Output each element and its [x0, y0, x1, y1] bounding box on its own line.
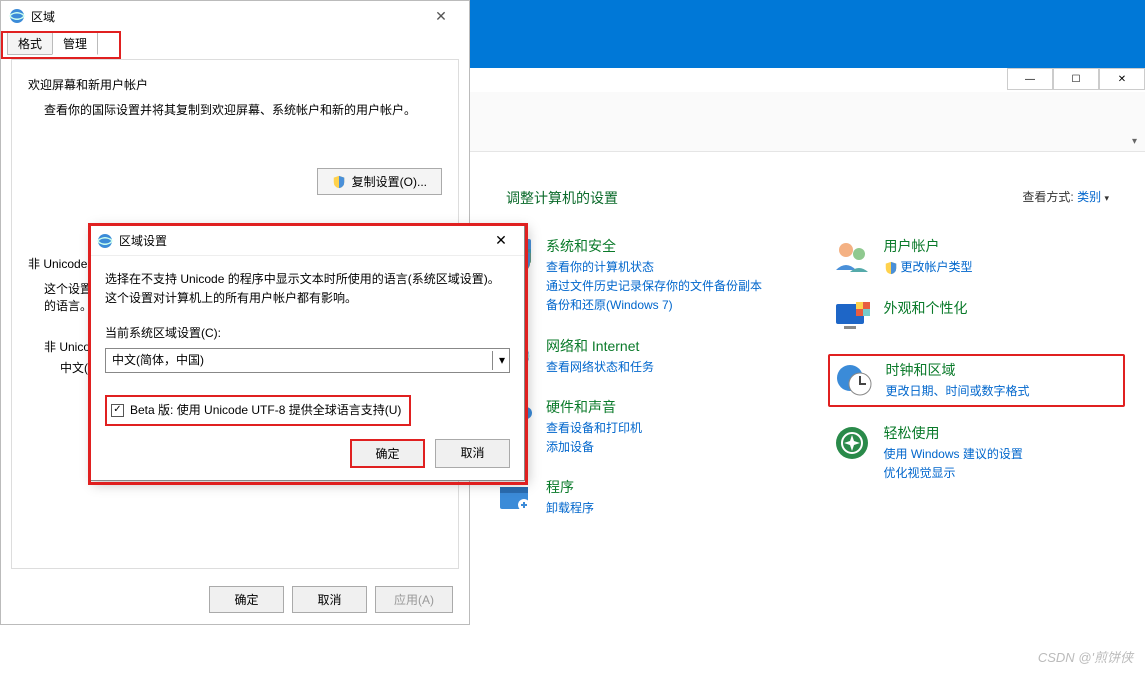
- beta-label: Beta 版: 使用 Unicode UTF-8 提供全球语言支持(U): [130, 401, 401, 420]
- cp-link[interactable]: 卸载程序: [546, 499, 594, 518]
- apply-button[interactable]: 应用(A): [375, 586, 453, 613]
- cp-item-title[interactable]: 硬件和声音: [546, 397, 642, 417]
- cp-hardware[interactable]: 硬件和声音 查看设备和打印机 添加设备: [490, 393, 788, 461]
- cp-clock-region[interactable]: 时钟和区域 更改日期、时间或数字格式: [828, 354, 1126, 407]
- annotation-tabs-highlight: [1, 31, 121, 59]
- globe-icon: [97, 233, 113, 249]
- cp-ease[interactable]: 轻松使用 使用 Windows 建议的设置 优化视觉显示: [828, 419, 1126, 487]
- explorer-window-controls: — ☐ ✕: [1007, 68, 1145, 90]
- users-icon: [832, 236, 872, 276]
- cp-link[interactable]: 更改帐户类型: [901, 258, 973, 277]
- welcome-title: 欢迎屏幕和新用户帐户: [28, 76, 442, 93]
- locale-title-text: 区域设置: [119, 232, 167, 249]
- cp-item-title[interactable]: 网络和 Internet: [546, 336, 654, 356]
- maximize-button[interactable]: ☐: [1053, 68, 1099, 90]
- desktop-background: [470, 0, 1145, 68]
- cp-users[interactable]: 用户帐户 更改帐户类型: [828, 232, 1126, 282]
- close-button[interactable]: ✕: [484, 232, 518, 249]
- cp-system-security[interactable]: 系统和安全 查看你的计算机状态 通过文件历史记录保存你的文件备份副本 备份和还原…: [490, 232, 788, 320]
- cp-link[interactable]: 查看网络状态和任务: [546, 358, 654, 377]
- cp-item-title[interactable]: 程序: [546, 477, 594, 497]
- region-footer: 确定 取消 应用(A): [1, 574, 469, 624]
- cp-appearance[interactable]: 外观和个性化: [828, 294, 1126, 342]
- cp-link[interactable]: 更改日期、时间或数字格式: [886, 382, 1030, 401]
- clock-icon: [834, 360, 874, 400]
- locale-current-label: 当前系统区域设置(C):: [105, 324, 510, 343]
- cp-heading: 调整计算机的设置: [506, 188, 618, 208]
- close-button[interactable]: ✕: [421, 8, 461, 25]
- cp-network[interactable]: 网络和 Internet 查看网络状态和任务: [490, 332, 788, 381]
- cp-programs[interactable]: 程序 卸载程序: [490, 473, 788, 522]
- region-title: 区域: [31, 8, 55, 25]
- locale-settings-dialog: 区域设置 ✕ 选择在不支持 Unicode 的程序中显示文本时所使用的语言(系统…: [90, 225, 525, 481]
- region-titlebar[interactable]: 区域 ✕: [1, 1, 469, 31]
- cp-link[interactable]: 通过文件历史记录保存你的文件备份副本: [546, 277, 762, 296]
- locale-desc: 选择在不支持 Unicode 的程序中显示文本时所使用的语言(系统区域设置)。这…: [105, 270, 510, 308]
- minimize-button[interactable]: —: [1007, 68, 1053, 90]
- locale-footer: 确定 取消: [350, 439, 510, 468]
- cp-link[interactable]: 优化视觉显示: [884, 464, 1023, 483]
- shield-icon: [332, 175, 346, 189]
- copy-settings-button[interactable]: 复制设置(O)...: [317, 168, 442, 195]
- cp-item-title[interactable]: 系统和安全: [546, 236, 762, 256]
- welcome-desc: 查看你的国际设置并将其复制到欢迎屏幕、系统帐户和新的用户帐户。: [44, 101, 442, 118]
- ok-button[interactable]: 确定: [209, 586, 284, 613]
- view-value[interactable]: 类别: [1077, 190, 1101, 204]
- cancel-button[interactable]: 取消: [435, 439, 510, 468]
- cp-item-title[interactable]: 时钟和区域: [886, 360, 1030, 380]
- ease-icon: [832, 423, 872, 463]
- locale-select[interactable]: 中文(简体，中国): [105, 348, 510, 373]
- cp-link[interactable]: 查看设备和打印机: [546, 419, 642, 438]
- address-dropdown[interactable]: [1126, 132, 1137, 147]
- locale-titlebar[interactable]: 区域设置 ✕: [91, 226, 524, 256]
- view-label: 查看方式:: [1022, 190, 1073, 204]
- cp-item-title[interactable]: 轻松使用: [884, 423, 1023, 443]
- close-button[interactable]: ✕: [1099, 68, 1145, 90]
- ok-button[interactable]: 确定: [350, 439, 425, 468]
- cp-link[interactable]: 添加设备: [546, 438, 642, 457]
- cp-item-title[interactable]: 外观和个性化: [884, 298, 968, 318]
- cp-item-title[interactable]: 用户帐户: [884, 236, 973, 256]
- view-mode[interactable]: 查看方式: 类别 ▾: [1022, 188, 1109, 208]
- cp-link[interactable]: 查看你的计算机状态: [546, 258, 762, 277]
- globe-icon: [9, 8, 25, 24]
- control-panel-body: 调整计算机的设置 查看方式: 类别 ▾ 系统和安全 查看你的计算机状态 通过文件…: [470, 160, 1145, 644]
- programs-icon: [494, 477, 534, 517]
- explorer-address-ribbon: [470, 92, 1145, 152]
- welcome-group: 欢迎屏幕和新用户帐户 查看你的国际设置并将其复制到欢迎屏幕、系统帐户和新的用户帐…: [28, 76, 442, 195]
- cancel-button[interactable]: 取消: [292, 586, 367, 613]
- cp-right-column: 用户帐户 更改帐户类型 外观和个性化: [828, 232, 1126, 534]
- beta-utf8-checkbox[interactable]: ✓: [111, 404, 124, 417]
- watermark: CSDN @'煎饼侠: [1038, 647, 1133, 666]
- appearance-icon: [832, 298, 872, 338]
- cp-link[interactable]: 使用 Windows 建议的设置: [884, 445, 1023, 464]
- annotation-checkbox-highlight: ✓ Beta 版: 使用 Unicode UTF-8 提供全球语言支持(U): [105, 395, 411, 426]
- shield-small-icon: [884, 261, 898, 275]
- cp-link[interactable]: 备份和还原(Windows 7): [546, 296, 762, 315]
- locale-body: 选择在不支持 Unicode 的程序中显示文本时所使用的语言(系统区域设置)。这…: [91, 256, 524, 426]
- cp-left-column: 系统和安全 查看你的计算机状态 通过文件历史记录保存你的文件备份副本 备份和还原…: [490, 232, 788, 534]
